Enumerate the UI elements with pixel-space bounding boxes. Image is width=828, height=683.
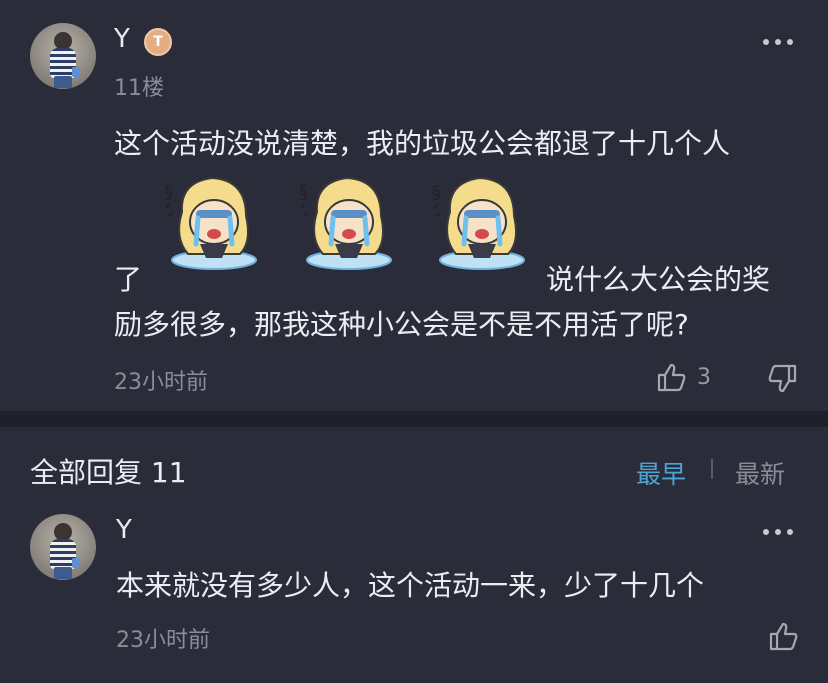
crying-sticker: §: [432, 176, 525, 270]
avatar[interactable]: [30, 514, 96, 580]
post-text-line-1: 这个活动没说清楚，我的垃圾公会都退了十几个人: [114, 127, 731, 160]
sort-earliest-button[interactable]: 最早: [636, 455, 686, 491]
post-text-line-2-start: 了: [114, 263, 143, 296]
more-icon[interactable]: [763, 39, 793, 47]
thumbs-up-icon[interactable]: [656, 362, 688, 392]
reply-text: 本来就没有多少人，这个活动一来，少了十几个: [116, 569, 705, 602]
floor-number: 11楼: [114, 76, 164, 101]
thumbs-down-icon[interactable]: [766, 364, 798, 394]
avatar[interactable]: [30, 23, 96, 89]
sort-separator: [711, 459, 713, 479]
comment-thread-page: Y T 11楼 这个活动没说清楚，我的垃圾公会都退了十几个人 了 § § § 说…: [0, 0, 828, 683]
post-time: 23小时前: [114, 370, 208, 395]
badge-text: T: [153, 34, 163, 50]
main-post: Y T 11楼 这个活动没说清楚，我的垃圾公会都退了十几个人 了 § § § 说…: [0, 0, 828, 411]
reply-username[interactable]: Y: [116, 515, 132, 545]
post-username[interactable]: Y: [114, 24, 130, 54]
svg-text:§: §: [432, 182, 441, 203]
reply-time: 23小时前: [116, 628, 210, 653]
like-count: 3: [697, 365, 711, 390]
badge-icon: T: [144, 28, 172, 56]
section-divider: [0, 411, 828, 427]
crying-sticker: §: [164, 176, 257, 270]
svg-text:§: §: [299, 182, 308, 203]
post-text-line-3: 励多很多，那我这种小公会是不是不用活了呢?: [114, 308, 689, 341]
replies-header-title: 全部回复 11: [30, 456, 187, 489]
thumbs-up-icon[interactable]: [768, 621, 800, 651]
sort-latest-button[interactable]: 最新: [735, 455, 785, 491]
post-text-line-2-end: 说什么大公会的奖: [546, 263, 771, 296]
crying-sticker: §: [299, 176, 392, 270]
more-icon[interactable]: [763, 529, 793, 537]
svg-text:§: §: [164, 182, 173, 203]
